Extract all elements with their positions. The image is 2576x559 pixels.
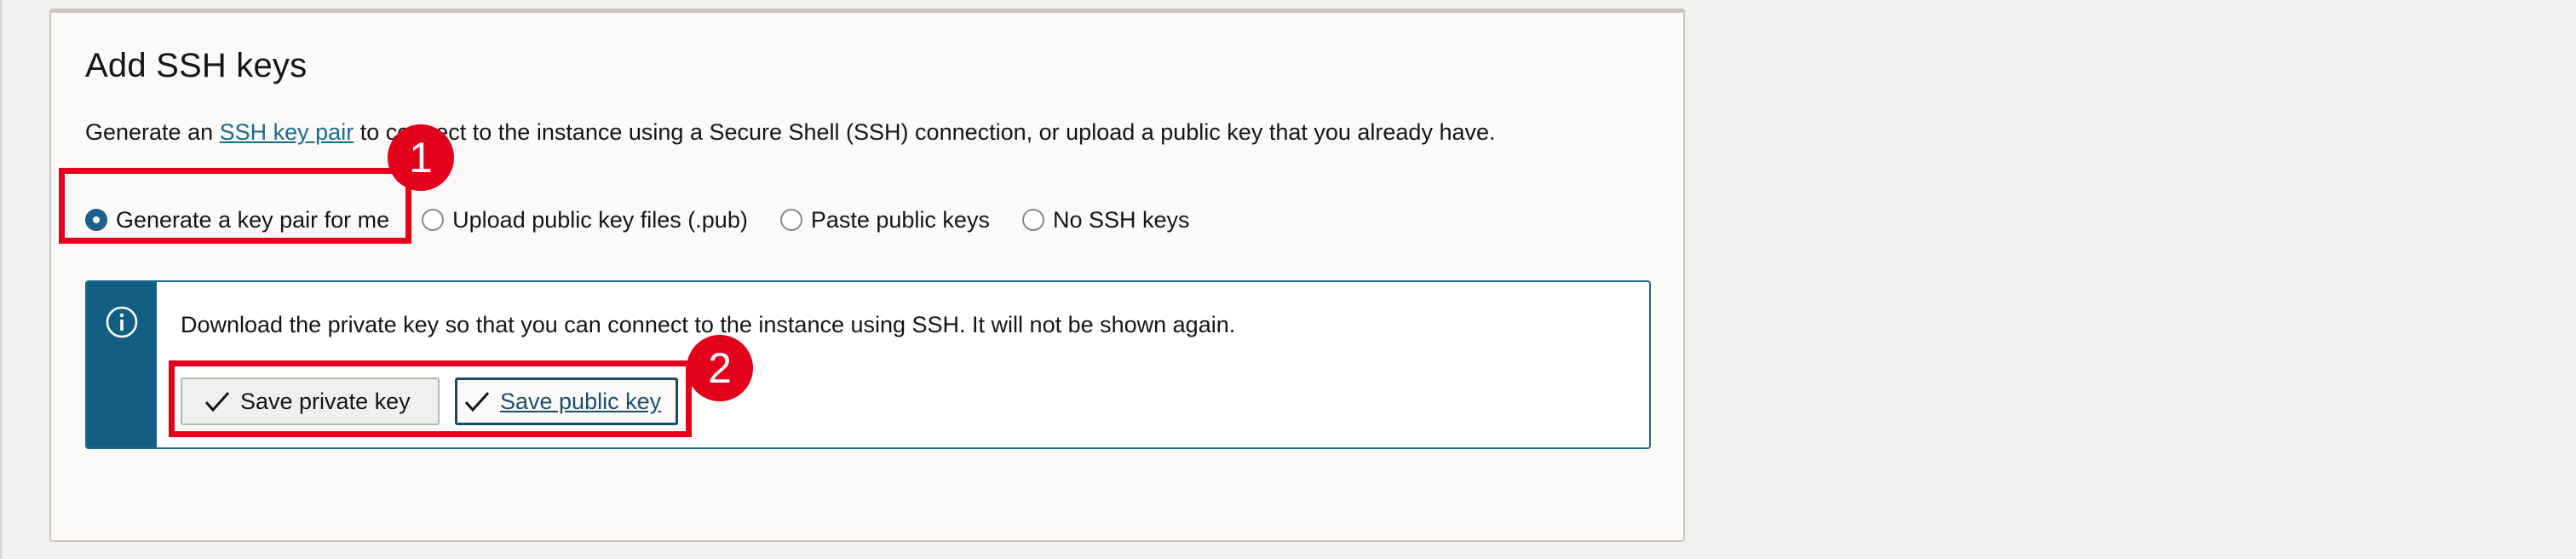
section-title: Add SSH keys [85,47,308,84]
step-2-badge: 2 [687,335,753,401]
radio-label: Upload public key files (.pub) [452,206,748,233]
add-ssh-keys-panel: Add SSH keys Generate an SSH key pair to… [49,9,1685,542]
radio-label: Paste public keys [810,206,990,233]
info-icon [106,306,138,338]
info-stripe [87,282,157,447]
radio-no-ssh-keys[interactable]: No SSH keys [1021,206,1190,233]
radio-upload-public-key[interactable]: Upload public key files (.pub) [422,207,748,233]
intro-text-before: Generate an [85,119,220,145]
radio-button[interactable] [779,209,802,231]
section-description: Generate an SSH key pair to connect to t… [85,119,1496,146]
ssh-key-pair-link[interactable]: SSH key pair [220,119,354,145]
radio-paste-public-keys[interactable]: Paste public keys [779,206,990,233]
page-left-edge [0,0,2,559]
step-2-highlight-box [169,360,692,437]
step-1-highlight-box [59,168,411,244]
radio-button[interactable] [422,209,445,231]
radio-button[interactable] [1021,209,1044,231]
intro-text-after: to connect to the instance using a Secur… [354,119,1496,145]
radio-label: No SSH keys [1052,206,1190,233]
info-message: Download the private key so that you can… [181,312,1236,337]
step-1-badge: 1 [388,124,454,191]
